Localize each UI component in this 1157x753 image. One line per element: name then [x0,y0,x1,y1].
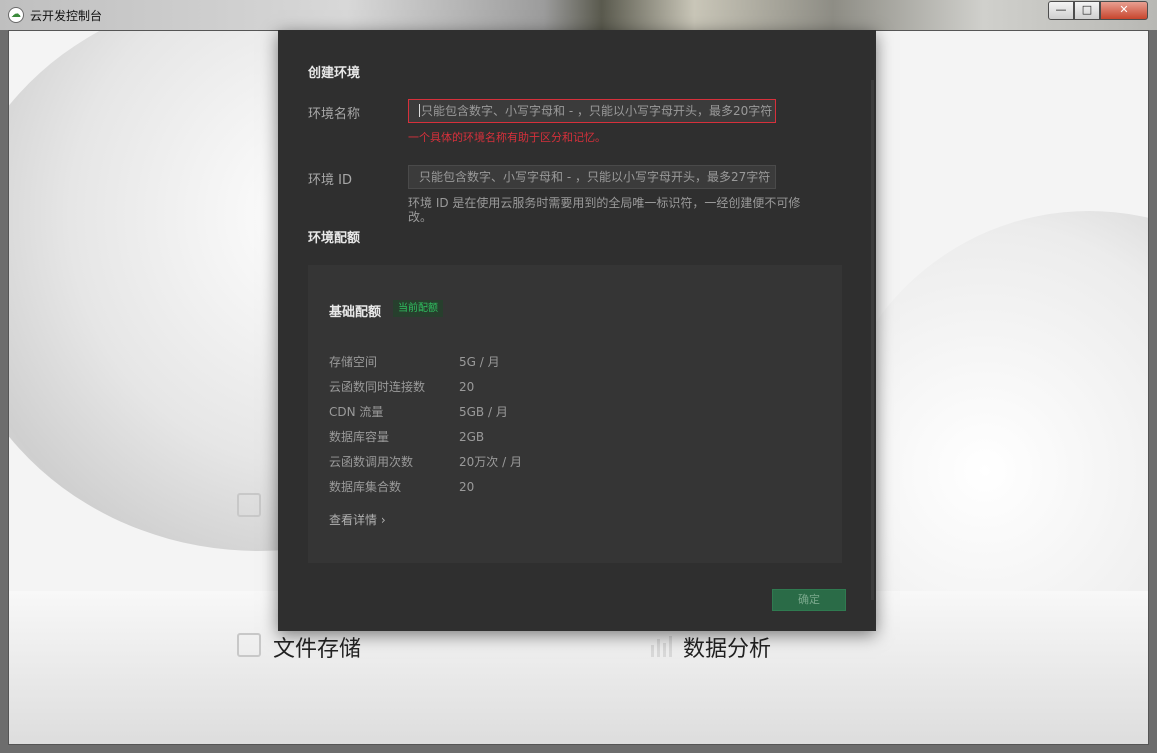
minimize-button[interactable]: — [1048,1,1074,20]
modal-scrollbar[interactable] [871,80,874,600]
quota-value: 20 [459,380,475,394]
env-name-placeholder: 只能包含数字、小写字母和 - ，只能以小写字母开头，最多20字符 [421,104,773,118]
quota-name: 数据库容量 [329,430,390,444]
quota-value: 20万次 / 月 [459,455,522,469]
window-titlebar: ☁ 云开发控制台 — □ ✕ [0,0,1157,30]
quota-value: 5G / 月 [459,355,500,369]
quota-card: 基础配额 当前配额 存储空间 5G / 月 云函数同时连接数 20 CDN 流量… [308,265,842,563]
confirm-button[interactable]: 确定 [772,589,846,611]
bar-chart-icon [649,635,673,657]
env-name-error: 一个具体的环境名称有助于区分和记忆。 [408,131,606,144]
env-id-hint: 环境 ID 是在使用云服务时需要用到的全局唯一标识符，一经创建便不可修改。 [408,196,801,224]
current-quota-badge: 当前配额 [393,300,443,317]
env-id-label: 环境 ID [308,173,352,188]
quota-name: 云函数同时连接数 [329,380,426,394]
feature-title: 文件存储 [273,637,362,662]
quota-value: 5GB / 月 [459,405,508,419]
window-title: 云开发控制台 [30,9,103,23]
floppy-icon [237,633,261,657]
quota-name: 存储空间 [329,355,378,369]
env-id-placeholder: 只能包含数字、小写字母和 - ，只能以小写字母开头，最多27字符 [419,170,771,184]
quota-value: 2GB [459,430,485,444]
quota-name: 数据库集合数 [329,480,402,494]
text-caret [419,104,420,117]
maximize-button[interactable]: □ [1074,1,1100,20]
env-name-input[interactable]: 只能包含数字、小写字母和 - ，只能以小写字母开头，最多20字符 [408,99,776,123]
close-button[interactable]: ✕ [1100,1,1148,20]
cloud-function-icon [237,493,261,517]
quota-name: 云函数调用次数 [329,455,414,469]
quota-value: 20 [459,480,475,494]
create-environment-modal: 创建环境 环境名称 只能包含数字、小写字母和 - ，只能以小写字母开头，最多20… [278,30,876,631]
view-details-link[interactable]: 查看详情 › [329,511,386,528]
quota-plan-title: 基础配额 [329,305,382,320]
env-id-input[interactable]: 只能包含数字、小写字母和 - ，只能以小写字母开头，最多27字符 [408,165,776,189]
feature-title: 数据分析 [683,637,772,662]
env-name-label: 环境名称 [308,107,361,122]
environment-quota-title: 环境配额 [308,231,361,246]
create-environment-title: 创建环境 [308,66,361,81]
quota-name: CDN 流量 [329,405,384,419]
cloud-logo-icon: ☁ [8,7,24,23]
